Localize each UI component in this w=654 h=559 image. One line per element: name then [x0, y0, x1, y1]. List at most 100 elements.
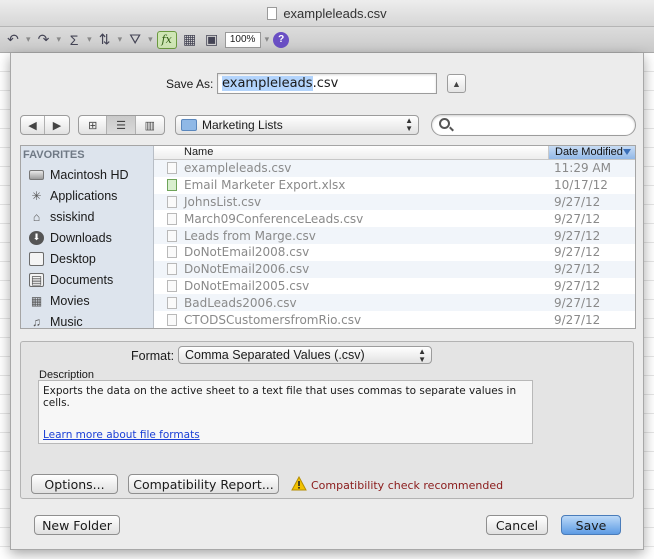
file-row[interactable]: JohnsList.csv 9/27/12: [154, 193, 635, 211]
sidebar-item-downloads[interactable]: ⬇ Downloads: [21, 227, 153, 248]
date-column-header[interactable]: Date Modified: [549, 146, 635, 159]
file-name: DoNotEmail2005.csv: [184, 278, 310, 293]
file-name: Leads from Marge.csv: [184, 228, 316, 243]
toolbox-icon[interactable]: ▣: [203, 31, 221, 49]
file-row[interactable]: DoNotEmail2006.csv 9/27/12: [154, 260, 635, 278]
help-icon[interactable]: ?: [273, 31, 290, 48]
sidebar-item-movies[interactable]: ▦ Movies: [21, 290, 153, 311]
format-selected: Comma Separated Values (.csv): [185, 348, 365, 362]
csv-file-icon: [167, 212, 177, 225]
file-name-cell: March09ConferenceLeads.csv: [154, 212, 549, 226]
cancel-button[interactable]: Cancel: [486, 515, 548, 535]
save-as-input[interactable]: exampleleads.csv: [217, 73, 437, 94]
file-date: 9/27/12: [554, 312, 601, 327]
sidebar-item-label: Music: [50, 314, 83, 329]
save-button[interactable]: Save: [561, 515, 621, 535]
save-dialog: Save As: exampleleads.csv ▲ ◀ ▶ ⊞ ☰ ▥ Ma…: [10, 53, 644, 550]
file-name: exampleleads.csv: [184, 161, 292, 176]
sidebar-item-label: Documents: [50, 272, 114, 287]
chevron-down-icon[interactable]: ▾: [148, 34, 153, 45]
file-name: DoNotEmail2006.csv: [184, 262, 310, 277]
file-row[interactable]: CTODSCustomersfromRio.csv 9/27/12: [154, 311, 635, 328]
sort-icon[interactable]: ⇅: [96, 31, 114, 49]
sidebar-item-macintosh-hd[interactable]: Macintosh HD: [21, 164, 153, 185]
list-view-icon: ☰: [116, 119, 126, 132]
column-view-button[interactable]: ▥: [136, 116, 164, 134]
chevron-down-icon[interactable]: ▾: [87, 34, 92, 45]
chevron-down-icon[interactable]: ▾: [57, 34, 62, 45]
sidebar-item-music[interactable]: ♫ Music: [21, 311, 153, 329]
location-popup[interactable]: Marketing Lists ▲ ▼: [175, 115, 419, 135]
sidebar-item-applications[interactable]: ✳ Applications: [21, 185, 153, 206]
compatibility-report-button[interactable]: Compatibility Report...: [128, 474, 279, 494]
chevron-up-icon: ▲: [452, 78, 461, 89]
file-date: 9/27/12: [554, 228, 601, 243]
file-name-cell: DoNotEmail2005.csv: [154, 279, 549, 293]
folder-icon: [181, 119, 197, 131]
file-date: 9/27/12: [554, 295, 601, 310]
zoom-field[interactable]: 100%: [224, 31, 261, 48]
date-column-label: Date Modified: [555, 146, 623, 158]
collapse-dialog-button[interactable]: ▲: [447, 74, 466, 93]
sort-descending-icon: [623, 149, 631, 155]
forward-button[interactable]: ▶: [45, 116, 69, 134]
hard-drive-icon: [29, 169, 44, 180]
column-header: Name Date Modified: [154, 146, 635, 160]
back-arrow-icon: ◀: [28, 119, 37, 132]
file-row[interactable]: Email Marketer Export.xlsx 10/17/12: [154, 177, 635, 194]
document-icon: [267, 6, 278, 20]
file-date: 9/27/12: [554, 211, 601, 226]
file-name-cell: BadLeads2006.csv: [154, 296, 549, 310]
file-date: 9/27/12: [554, 278, 601, 293]
search-input[interactable]: [431, 114, 636, 136]
file-row[interactable]: exampleleads.csv 11:29 AM: [154, 160, 635, 177]
sidebar-item-label: Movies: [50, 293, 90, 308]
csv-file-icon: [167, 296, 177, 309]
file-date: 9/27/12: [554, 194, 601, 209]
autosum-icon[interactable]: Σ: [65, 31, 83, 49]
view-mode-control: ⊞ ☰ ▥: [78, 115, 165, 135]
chevron-down-icon[interactable]: ▾: [118, 34, 123, 45]
file-name-cell: Leads from Marge.csv: [154, 229, 549, 243]
save-as-label: Save As:: [166, 77, 214, 91]
description-text: Exports the data on the active sheet to …: [43, 385, 517, 409]
documents-icon: ▤: [29, 272, 44, 287]
sidebar-item-desktop[interactable]: Desktop: [21, 248, 153, 269]
gallery-icon[interactable]: ▦: [181, 31, 199, 49]
compatibility-message: Compatibility check recommended: [311, 479, 504, 492]
file-name: JohnsList.csv: [184, 194, 262, 209]
redo-icon[interactable]: ↷: [35, 31, 53, 49]
icon-view-button[interactable]: ⊞: [79, 116, 108, 134]
sidebar-item-documents[interactable]: ▤ Documents: [21, 269, 153, 290]
location-label: Marketing Lists: [202, 118, 283, 132]
file-browser: FAVORITES Macintosh HD ✳ Applications ⌂ ssis…: [20, 145, 636, 329]
applications-icon: ✳: [31, 188, 42, 203]
format-popup[interactable]: Comma Separated Values (.csv) ▲ ▼: [178, 346, 432, 364]
file-name-cell: Email Marketer Export.xlsx: [154, 178, 549, 192]
popup-arrows-icon: ▲ ▼: [418, 347, 426, 364]
back-button[interactable]: ◀: [21, 116, 46, 134]
file-row[interactable]: DoNotEmail2008.csv 9/27/12: [154, 244, 635, 261]
learn-more-link[interactable]: Learn more about file formats: [43, 429, 200, 441]
file-row[interactable]: March09ConferenceLeads.csv 9/27/12: [154, 210, 635, 227]
name-column-header[interactable]: Name: [154, 146, 549, 159]
chevron-down-icon[interactable]: ▾: [265, 34, 270, 45]
csv-file-icon: [167, 246, 177, 259]
sidebar-item-label: Macintosh HD: [50, 167, 129, 182]
file-row[interactable]: DoNotEmail2005.csv 9/27/12: [154, 278, 635, 295]
file-row[interactable]: BadLeads2006.csv 9/27/12: [154, 294, 635, 312]
file-row[interactable]: Leads from Marge.csv 9/27/12: [154, 227, 635, 244]
list-view-button[interactable]: ☰: [107, 116, 136, 134]
filter-icon[interactable]: ⛛: [126, 31, 144, 49]
music-icon: ♫: [32, 314, 41, 329]
options-button[interactable]: Options...: [31, 474, 118, 494]
downloads-icon: ⬇: [29, 230, 44, 245]
formula-icon[interactable]: fx: [156, 30, 177, 49]
sidebar-item-ssiskind[interactable]: ⌂ ssiskind: [21, 206, 153, 227]
filename-selection: exampleleads: [222, 76, 313, 91]
forward-arrow-icon: ▶: [52, 119, 62, 132]
new-folder-button[interactable]: New Folder: [34, 515, 120, 535]
file-name-cell: DoNotEmail2008.csv: [154, 245, 549, 259]
undo-icon[interactable]: ↶: [4, 31, 22, 49]
chevron-down-icon[interactable]: ▾: [26, 34, 31, 45]
